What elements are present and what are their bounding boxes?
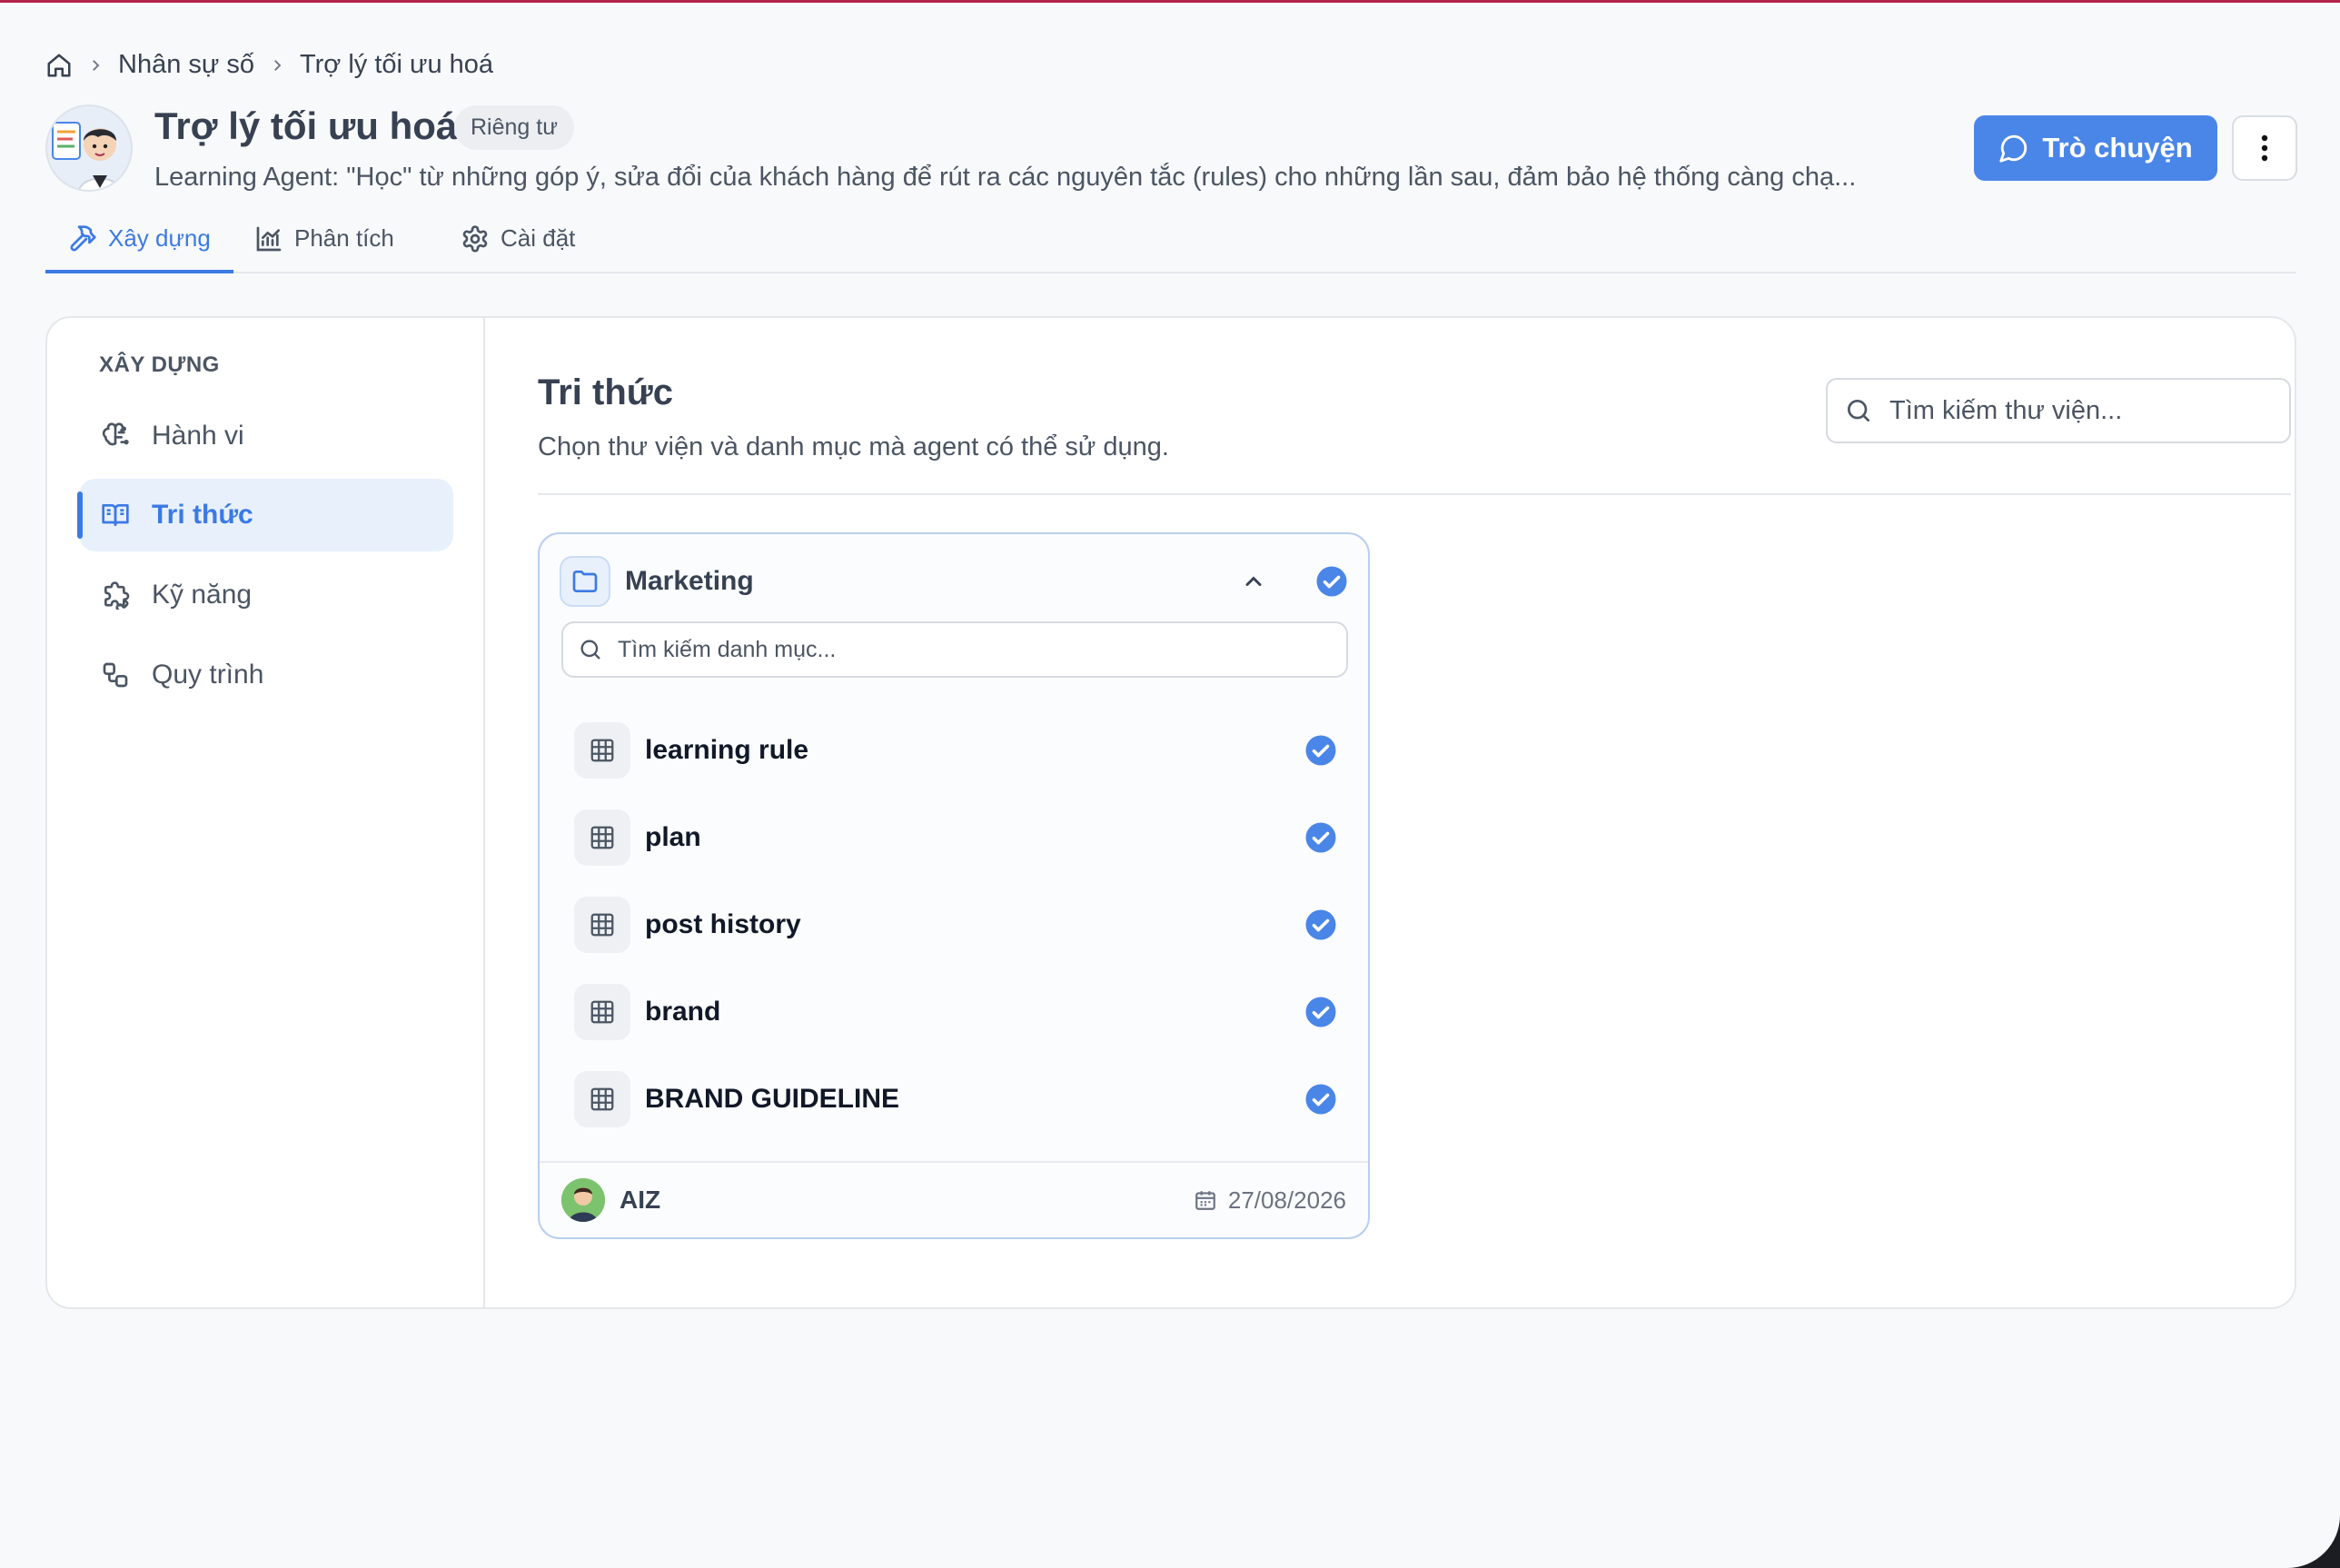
check-circle-icon[interactable] [1304, 821, 1337, 858]
breadcrumb-item-current: Trợ lý tối ưu hoá [299, 50, 494, 79]
puzzle-icon [101, 581, 130, 610]
knowledge-panel: Tri thức Chọn thư viện và danh mục mà ag… [487, 318, 2295, 1307]
library-name: Marketing [625, 566, 754, 596]
library-card-marketing[interactable]: Marketing Tìm kiếm danh mục... learning … [538, 532, 1370, 1239]
sidebar-item-ky-nang[interactable]: Kỹ năng [79, 559, 453, 631]
category-search-input[interactable] [618, 636, 1326, 663]
category-item[interactable]: plan [574, 794, 1337, 881]
tab-phan-tich[interactable]: Phân tích [232, 219, 417, 273]
check-circle-icon[interactable] [1304, 996, 1337, 1033]
tab-cai-dat[interactable]: Cài đặt [438, 219, 598, 273]
library-date: 27/08/2026 [1227, 1186, 1346, 1214]
tab-label: Phân tích [294, 224, 394, 252]
window-corner [2285, 1513, 2340, 1568]
table-icon [574, 722, 630, 779]
category-label: brand [645, 997, 721, 1027]
home-icon[interactable] [45, 52, 73, 79]
check-circle-icon[interactable] [1304, 908, 1337, 946]
folder-icon [560, 556, 610, 607]
check-circle-icon[interactable] [1304, 734, 1337, 771]
section-title: Tri thức [538, 372, 673, 412]
more-vertical-icon [2259, 133, 2270, 164]
tab-bar: Xây dựng Phân tích Cài đặt [45, 219, 2296, 273]
chat-bubble-icon [1998, 133, 2029, 164]
breadcrumb-item-nhan-su-so[interactable]: Nhân sự số [118, 50, 254, 80]
tab-xay-dung[interactable]: Xây dựng [45, 219, 233, 273]
book-open-icon [101, 501, 130, 530]
chevron-right-icon [269, 57, 285, 74]
check-circle-icon[interactable] [1304, 1083, 1337, 1120]
sidebar-item-label: Quy trình [152, 660, 264, 690]
chat-button[interactable]: Trò chuyện [1974, 115, 2217, 181]
privacy-badge: Riêng tư [454, 105, 574, 150]
library-card-header: Marketing [560, 554, 1348, 609]
chat-button-label: Trò chuyện [2042, 132, 2193, 164]
workflow-icon [101, 660, 130, 690]
sidebar-item-label: Tri thức [152, 500, 253, 530]
category-label: learning rule [645, 735, 809, 765]
chart-icon [254, 224, 283, 253]
category-item[interactable]: learning rule [574, 707, 1337, 794]
category-item[interactable]: brand [574, 968, 1337, 1056]
library-check-icon[interactable] [1315, 565, 1348, 602]
sidebar-item-label: Kỹ năng [152, 580, 253, 610]
category-item[interactable]: post history [574, 881, 1337, 968]
sidebar-item-tri-thuc[interactable]: Tri thức [77, 479, 453, 551]
table-icon [574, 897, 630, 953]
owner-avatar [561, 1178, 605, 1222]
breadcrumb: Nhân sự số Trợ lý tối ưu hoá [45, 50, 493, 80]
sidebar-item-hanh-vi[interactable]: Hành vi [79, 400, 453, 472]
chevron-up-icon[interactable] [1241, 569, 1266, 599]
sidebar: XÂY DỰNG Hành vi Tri thức Kỹ năng Quy tr… [47, 318, 485, 1307]
owner-name: AIZ [620, 1186, 661, 1214]
calendar-icon [1194, 1188, 1217, 1212]
category-label: BRAND GUIDELINE [645, 1084, 900, 1114]
category-search [561, 621, 1348, 678]
library-search [1826, 378, 2291, 443]
table-icon [574, 1071, 630, 1127]
library-search-input[interactable] [1889, 395, 2271, 426]
chevron-right-icon [87, 57, 104, 74]
sidebar-item-label: Hành vi [152, 421, 244, 451]
category-list: learning rule plan post history brand BR… [574, 707, 1337, 1143]
tab-label: Xây dựng [108, 224, 211, 252]
tab-label: Cài đặt [501, 224, 576, 252]
sidebar-item-quy-trinh[interactable]: Quy trình [79, 639, 453, 711]
agent-avatar [45, 104, 133, 192]
search-icon [578, 637, 603, 662]
category-label: plan [645, 822, 701, 852]
category-label: post history [645, 909, 801, 939]
sidebar-heading: XÂY DỰNG [99, 352, 220, 377]
agent-description: Learning Agent: "Học" từ những góp ý, sử… [154, 163, 1857, 192]
library-card-footer: AIZ 27/08/2026 [540, 1161, 1368, 1237]
brain-icon [101, 422, 130, 451]
hammer-icon [68, 224, 97, 253]
table-icon [574, 984, 630, 1040]
page: Nhân sự số Trợ lý tối ưu hoá Trợ lý tối … [0, 3, 2340, 1568]
page-title: Trợ lý tối ưu hoá [154, 104, 458, 147]
table-icon [574, 809, 630, 866]
search-icon [1844, 396, 1873, 425]
more-options-button[interactable] [2232, 115, 2297, 181]
date-info: 27/08/2026 [1194, 1186, 1346, 1215]
section-subtitle: Chọn thư viện và danh mục mà agent có th… [538, 432, 1169, 461]
divider [538, 493, 2291, 495]
category-item[interactable]: BRAND GUIDELINE [574, 1056, 1337, 1143]
gear-icon [461, 224, 490, 253]
builder-card: XÂY DỰNG Hành vi Tri thức Kỹ năng Quy tr… [45, 316, 2296, 1309]
